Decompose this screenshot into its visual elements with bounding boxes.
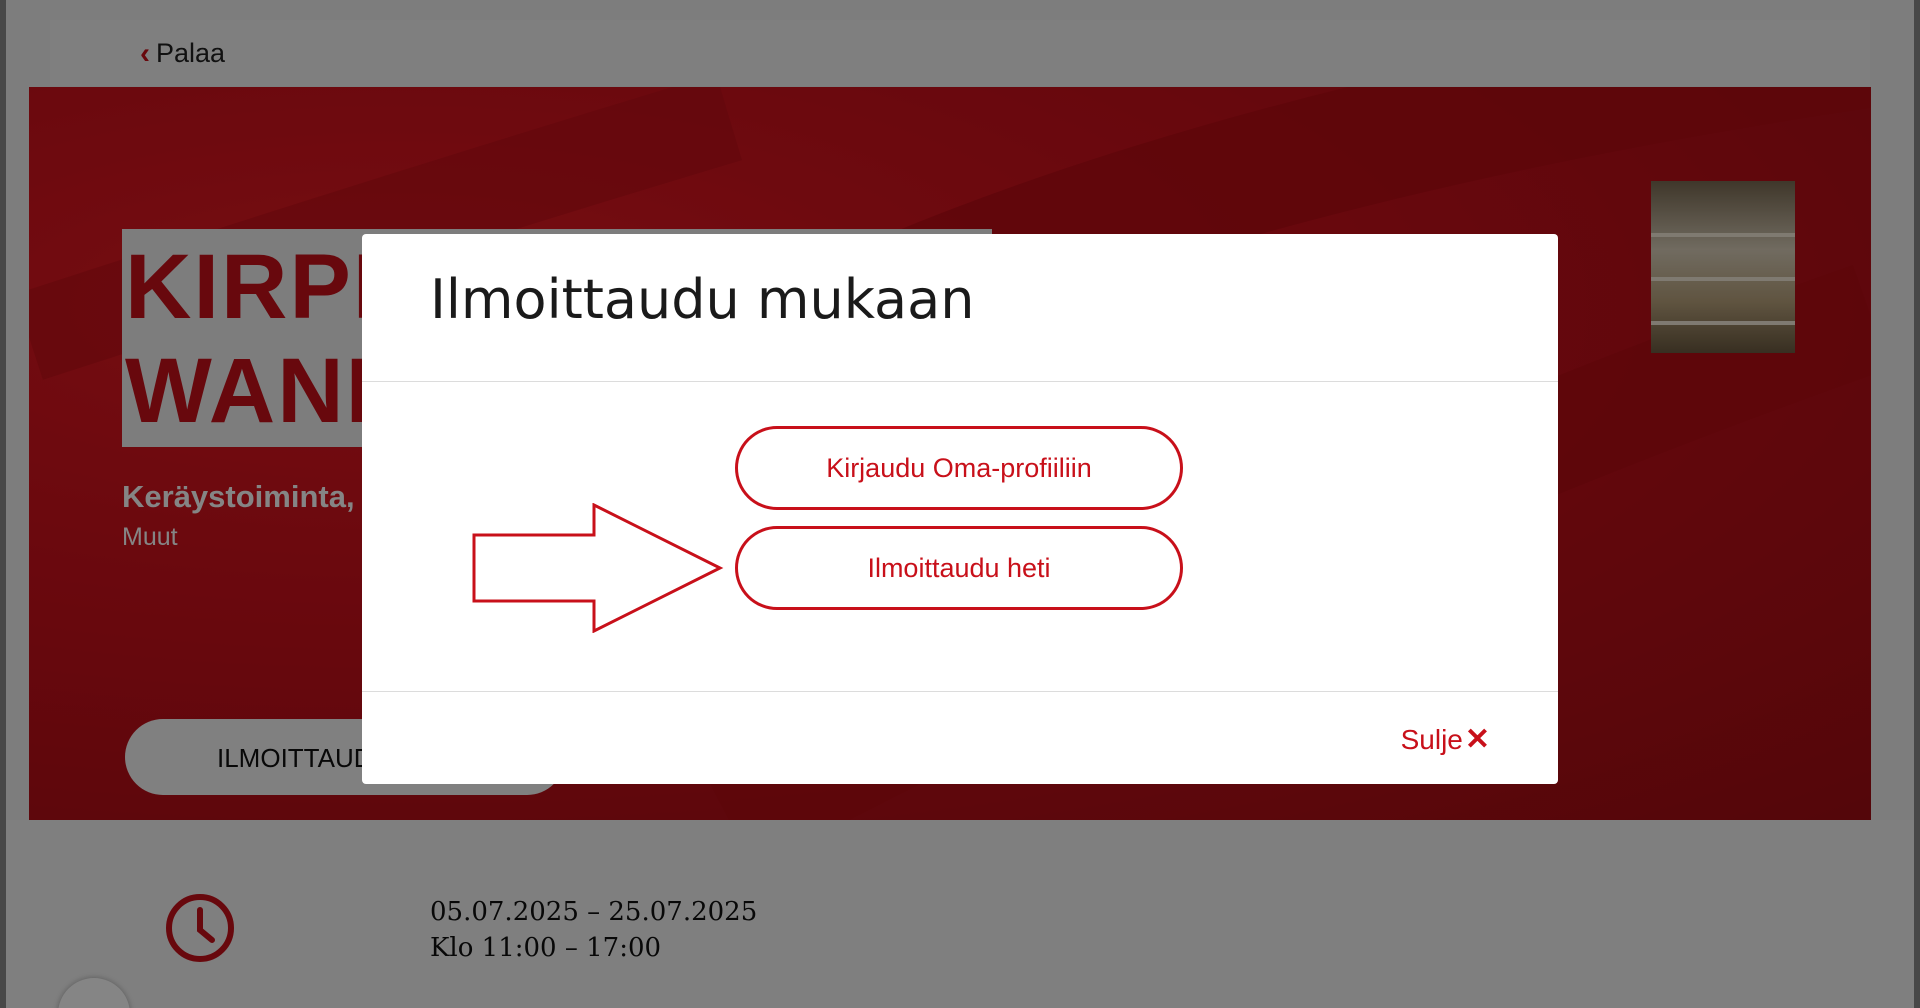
login-profile-button[interactable]: Kirjaudu Oma-profiiliin	[735, 426, 1183, 510]
modal-header: Ilmoittaudu mukaan	[362, 234, 1558, 382]
close-icon: ✕	[1464, 723, 1490, 756]
register-modal: Ilmoittaudu mukaan Kirjaudu Oma-profiili…	[362, 234, 1558, 784]
modal-body: Kirjaudu Oma-profiiliin Ilmoittaudu heti	[362, 383, 1558, 691]
modal-footer: Sulje ✕	[362, 691, 1558, 784]
register-now-button[interactable]: Ilmoittaudu heti	[735, 526, 1183, 610]
modal-title: Ilmoittaudu mukaan	[430, 268, 975, 331]
arrow-right-icon	[472, 503, 724, 633]
close-label: Sulje	[1400, 723, 1463, 755]
close-button[interactable]: Sulje ✕	[1401, 722, 1490, 757]
